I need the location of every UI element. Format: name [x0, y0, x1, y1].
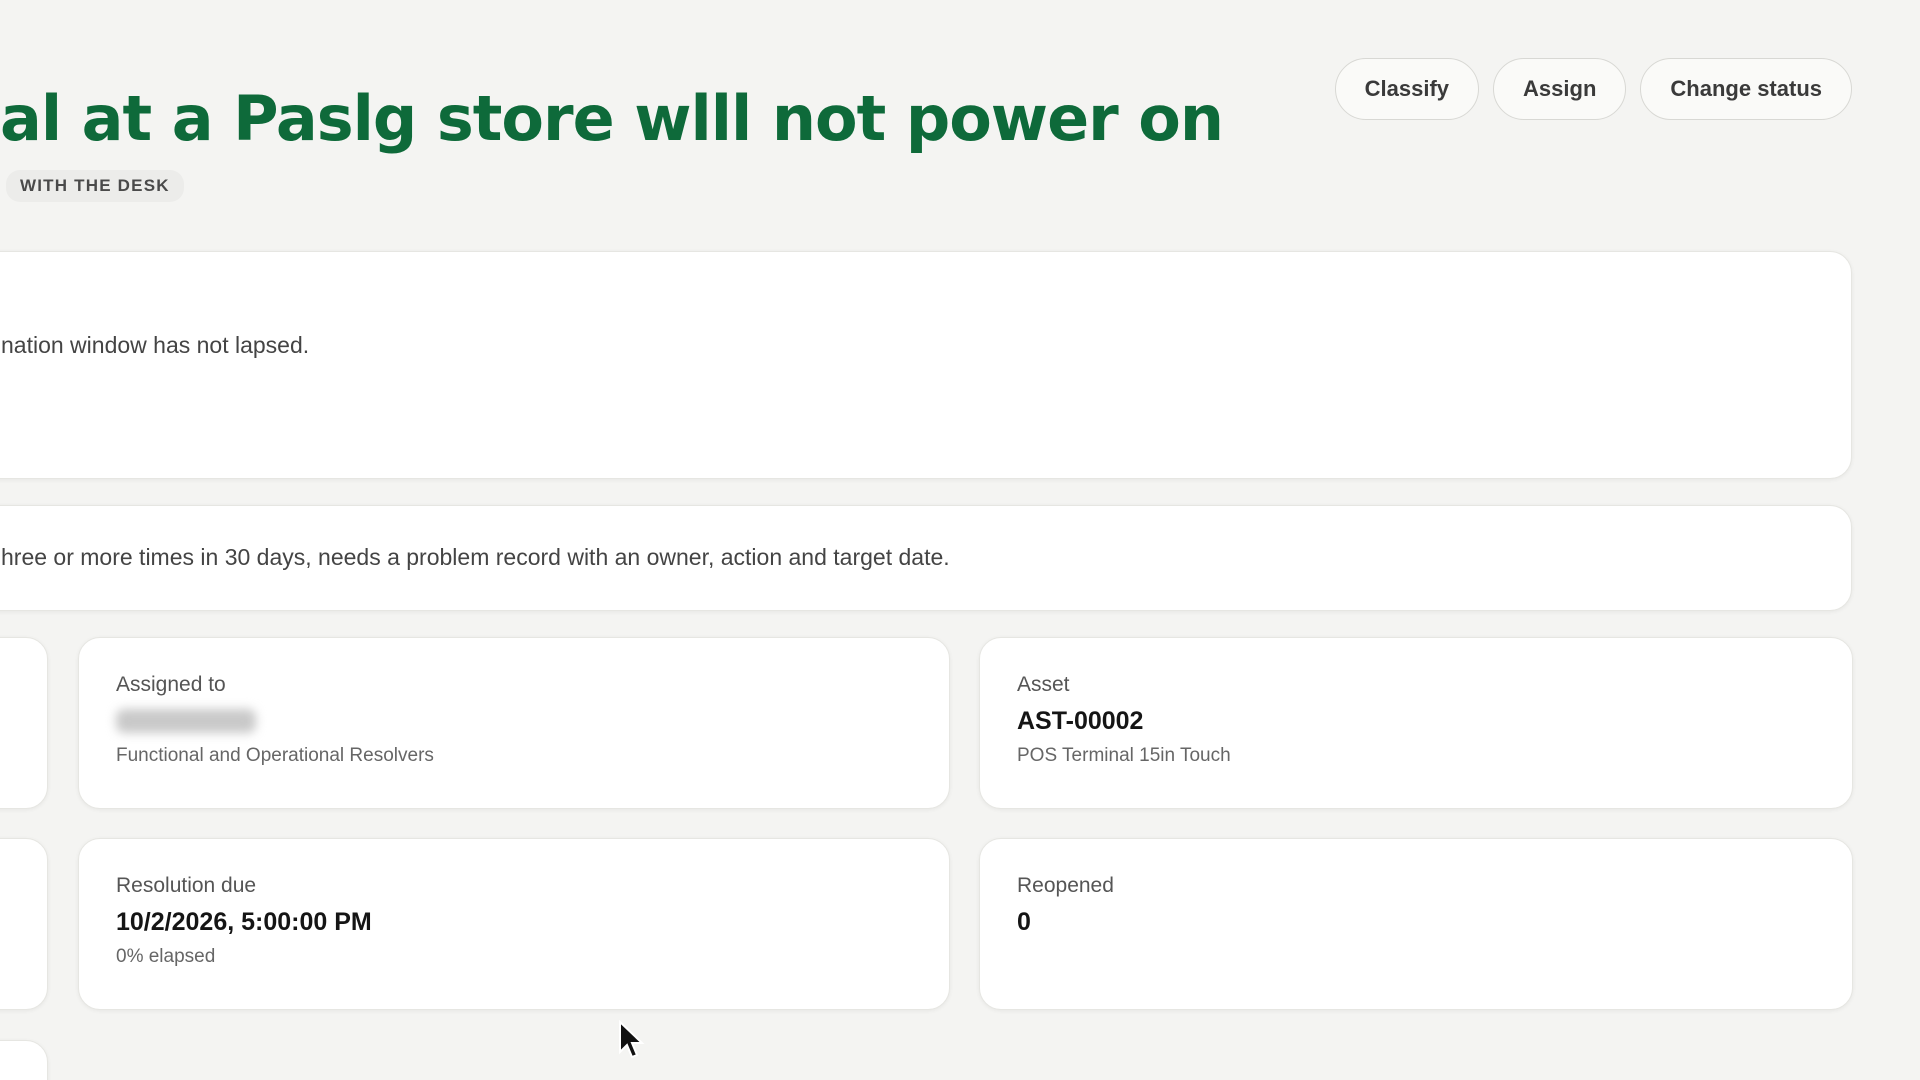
resolution-due-label: Resolution due [116, 874, 257, 897]
reopened-card: Reopened 0 [979, 838, 1853, 1010]
resolution-elapsed: 0% elapsed [116, 946, 216, 967]
assignment-group: Functional and Operational Resolvers [116, 745, 434, 766]
notice-text: nation window has not lapsed. [1, 332, 310, 358]
change-status-button[interactable]: Change status [1640, 58, 1852, 120]
classify-button[interactable]: Classify [1334, 58, 1480, 120]
notice-card: nation window has not lapsed. [0, 251, 1852, 479]
action-bar: Classify Assign Change status [1334, 58, 1852, 120]
reopened-value: 0 [1017, 908, 1031, 936]
asset-name: POS Terminal 15in Touch [1017, 745, 1231, 766]
page-title: al at a Paslg store wlll not power on [0, 82, 1224, 155]
problem-record-text: hree or more times in 30 days, needs a p… [1, 544, 950, 570]
partial-card-left-3 [0, 1040, 48, 1080]
reopened-label: Reopened [1017, 874, 1114, 897]
partial-card-left-1 [0, 637, 48, 809]
partial-card-left-2 [0, 838, 48, 1010]
problem-record-card: hree or more times in 30 days, needs a p… [0, 505, 1852, 611]
assign-button[interactable]: Assign [1493, 58, 1627, 120]
asset-id: AST-00002 [1017, 707, 1144, 735]
asset-label: Asset [1017, 673, 1070, 696]
mouse-cursor-icon [619, 1020, 645, 1059]
assignee-name-redacted [116, 709, 256, 733]
assigned-to-label: Assigned to [116, 673, 226, 696]
assigned-to-card[interactable]: Assigned to Functional and Operational R… [78, 637, 950, 809]
status-badge: WITH THE DESK [6, 170, 184, 202]
asset-card[interactable]: Asset AST-00002 POS Terminal 15in Touch [979, 637, 1853, 809]
resolution-due-card: Resolution due 10/2/2026, 5:00:00 PM 0% … [78, 838, 950, 1010]
resolution-due-value: 10/2/2026, 5:00:00 PM [116, 908, 372, 936]
